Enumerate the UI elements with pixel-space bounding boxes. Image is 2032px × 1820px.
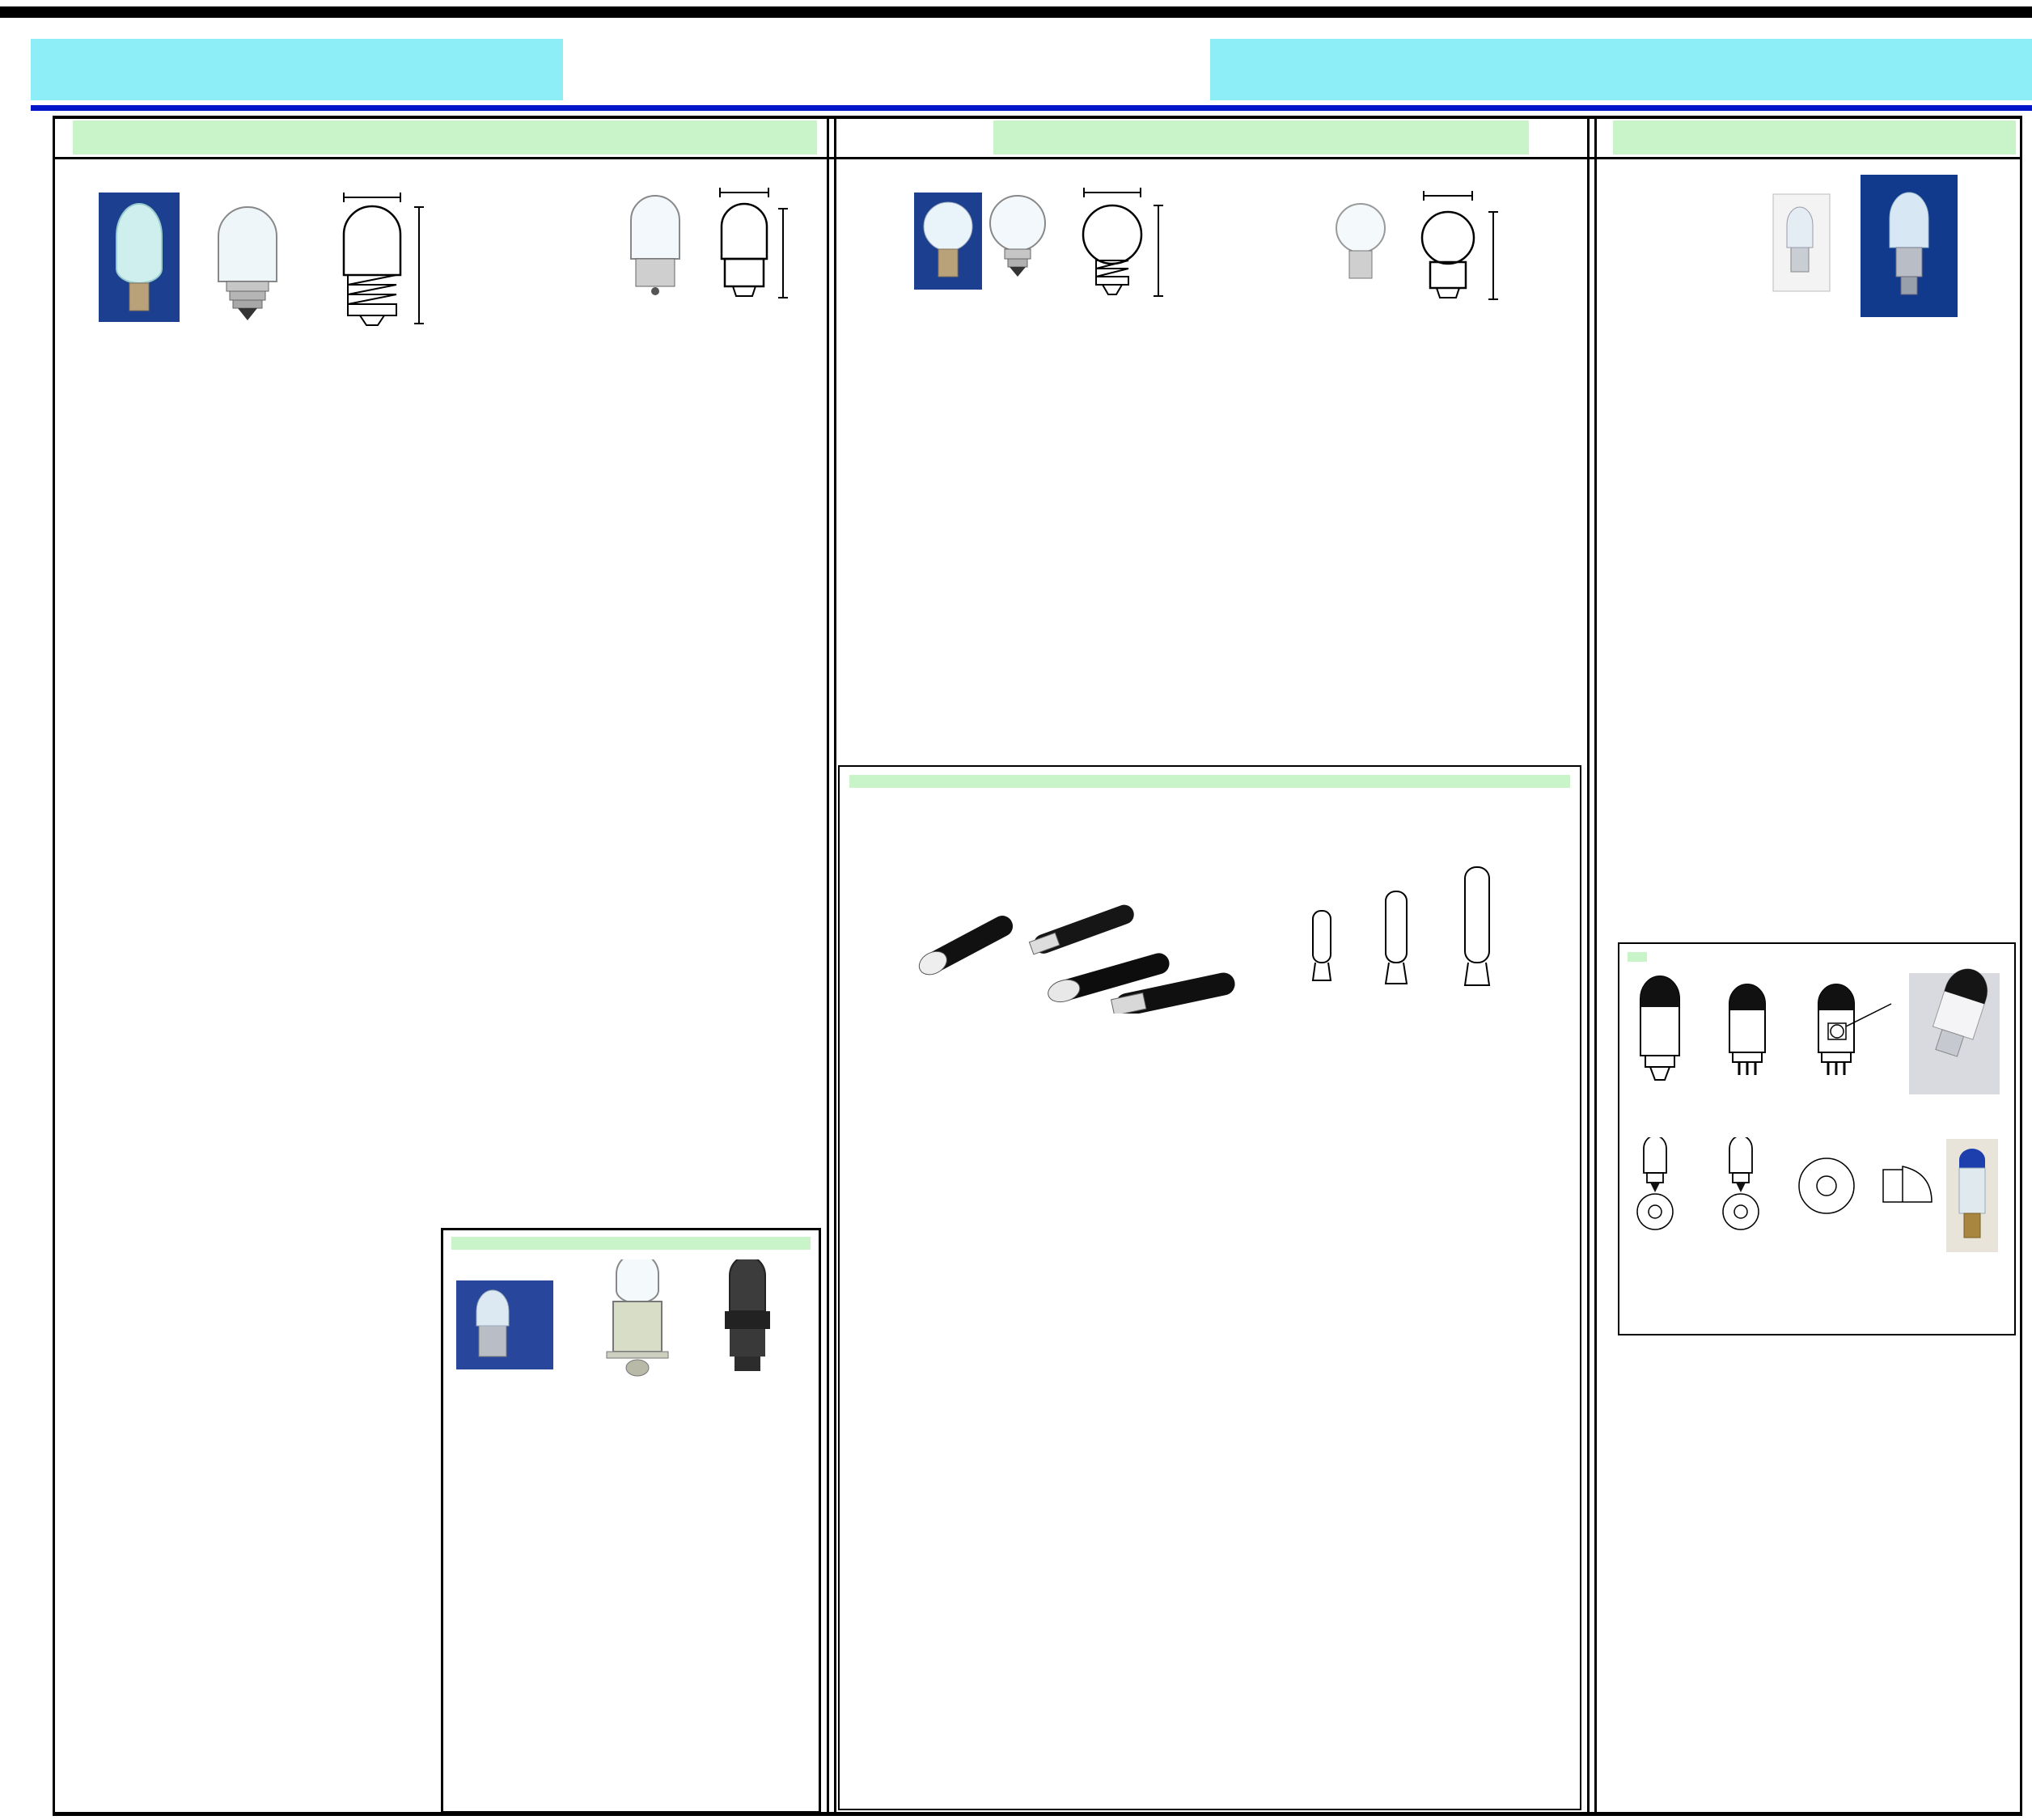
multilingual-title-box	[563, 34, 1210, 104]
telephone-lamps-box	[838, 765, 1581, 1810]
miniature-diagram-row	[1611, 338, 2016, 466]
globular-screw-bulbs-illustration	[914, 184, 1193, 324]
miniature-lamp-photos	[1772, 170, 1982, 328]
telephone-header	[849, 775, 1570, 788]
indicator-header	[451, 1237, 811, 1250]
projector-title	[1628, 952, 1647, 962]
frame-line	[53, 1812, 2022, 1816]
indicator-bulb-photos	[455, 1259, 811, 1389]
section-b-header	[993, 121, 1529, 154]
page-top-edge	[0, 6, 2032, 18]
frame-line	[53, 157, 2022, 159]
indicator-lamps-box	[441, 1228, 821, 1814]
globular-bayonet-bulb-illustration	[1327, 188, 1569, 309]
column-divider	[1587, 116, 1590, 1816]
tubular-screw-bulbs-illustration	[97, 188, 437, 327]
frame-line	[53, 116, 2022, 119]
telephone-lamp-photos	[872, 880, 1252, 1014]
header-rule	[31, 105, 2032, 111]
frame-line	[53, 116, 55, 1816]
projector-lamp-diagrams	[1624, 967, 2004, 1128]
catalog-page	[0, 0, 2032, 1820]
section-c-header	[1613, 121, 2016, 154]
section-a-header	[73, 121, 817, 154]
column-divider	[1594, 116, 1597, 1816]
column-divider	[834, 116, 836, 1816]
frame-line	[2020, 116, 2022, 1816]
telephone-type-diagrams	[1289, 862, 1556, 1008]
projector-lamps-box	[1618, 942, 2016, 1335]
exciter-lamp-diagrams	[1624, 1137, 2004, 1259]
tubular-bayonet-bulb-illustration	[599, 184, 813, 306]
column-divider	[827, 116, 829, 1816]
